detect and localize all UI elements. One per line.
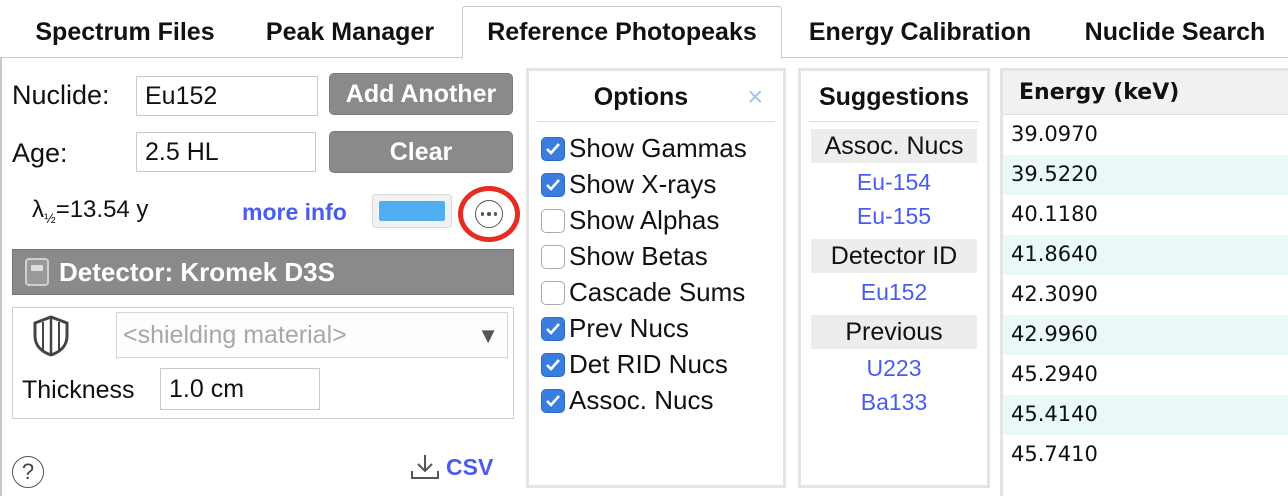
tab-reference-photopeaks[interactable]: Reference Photopeaks	[462, 6, 782, 59]
option-show-betas[interactable]: Show Betas	[541, 241, 708, 272]
age-input[interactable]	[136, 132, 316, 172]
previous-header: Previous	[811, 315, 977, 349]
shielding-material-placeholder: <shielding material>	[123, 321, 347, 349]
tab-peak-manager[interactable]: Peak Manager	[246, 6, 454, 58]
options-title: Options	[593, 83, 689, 111]
options-panel: Options × Show Gammas Show X-rays Show Alp…	[526, 68, 786, 488]
option-label: Prev Nucs	[569, 313, 689, 343]
checkbox[interactable]	[541, 388, 565, 413]
detector-icon	[25, 258, 49, 286]
option-cascade-sums[interactable]: Cascade Sums	[541, 277, 745, 308]
download-icon	[411, 455, 439, 479]
close-icon[interactable]: ×	[747, 81, 763, 113]
clear-button[interactable]: Clear	[329, 131, 513, 173]
nuclide-label: Nuclide:	[12, 80, 110, 110]
suggestion-link[interactable]: Eu-154	[811, 169, 977, 196]
energy-table[interactable]: Energy (keV) 39.0970 39.5220 40.1180 41.864…	[1000, 68, 1288, 496]
suggestion-link[interactable]: Eu-155	[811, 203, 977, 230]
table-row[interactable]: 42.9960	[1003, 315, 1288, 355]
tab-energy-calibration[interactable]: Energy Calibration	[792, 6, 1048, 58]
option-label: Det RID Nucs	[569, 349, 728, 379]
option-det-rid-nucs[interactable]: Det RID Nucs	[541, 349, 728, 380]
add-another-button[interactable]: Add Another	[329, 73, 513, 115]
line-color-swatch	[379, 201, 445, 221]
option-label: Cascade Sums	[569, 277, 746, 307]
table-row[interactable]: 45.2940	[1003, 355, 1288, 395]
half-life-value: =13.54 y	[55, 196, 149, 223]
option-assoc-nucs[interactable]: Assoc. Nucs	[541, 385, 714, 416]
detector-bar[interactable]: Detector: Kromek D3S	[12, 249, 514, 295]
option-label: Show Gammas	[569, 133, 747, 163]
half-subscript: ½	[44, 209, 56, 226]
option-label: Show Alphas	[569, 205, 720, 235]
suggestion-link[interactable]: Ba133	[811, 389, 977, 416]
checkbox[interactable]	[541, 244, 565, 269]
line-color-picker[interactable]	[372, 194, 452, 228]
option-label: Assoc. Nucs	[569, 385, 714, 415]
option-label: Show X-rays	[569, 169, 717, 199]
checkbox[interactable]	[541, 280, 565, 305]
tab-spectrum-files[interactable]: Spectrum Files	[12, 6, 238, 58]
suggestions-divider	[809, 121, 979, 122]
table-row[interactable]: 42.3090	[1003, 275, 1288, 315]
checkbox[interactable]	[541, 352, 565, 377]
shielding-material-select[interactable]: <shielding material> ▼	[116, 312, 508, 358]
option-prev-nucs[interactable]: Prev Nucs	[541, 313, 689, 344]
suggestions-panel: Suggestions Assoc. Nucs Eu-154 Eu-155 De…	[798, 68, 990, 488]
table-row[interactable]: 41.8640	[1003, 235, 1288, 275]
checkbox[interactable]	[541, 172, 565, 197]
energy-column-header[interactable]: Energy (keV)	[1003, 71, 1288, 115]
nuclide-input[interactable]	[136, 76, 318, 116]
thickness-input[interactable]	[160, 368, 320, 410]
lambda-symbol: λ	[32, 196, 44, 223]
option-show-alphas[interactable]: Show Alphas	[541, 205, 719, 236]
csv-label: CSV	[446, 453, 494, 480]
checkbox[interactable]	[541, 208, 565, 233]
table-row[interactable]: 40.1180	[1003, 195, 1288, 235]
option-show-x-rays[interactable]: Show X-rays	[541, 169, 716, 200]
table-row[interactable]: 45.4140	[1003, 395, 1288, 435]
options-divider	[537, 121, 775, 122]
more-info-link[interactable]: more info	[242, 199, 347, 226]
age-label: Age:	[12, 138, 68, 168]
csv-download-button[interactable]: CSV	[408, 452, 493, 482]
assoc-nucs-header: Assoc. Nucs	[811, 129, 977, 163]
more-options-button[interactable]	[458, 186, 520, 242]
option-label: Show Betas	[569, 241, 708, 271]
half-life-text: λ½=13.54 y	[32, 196, 148, 226]
shield-icon	[33, 315, 69, 357]
table-row[interactable]: 45.7410	[1003, 435, 1288, 475]
window-border	[0, 58, 2, 496]
checkbox[interactable]	[541, 316, 565, 341]
ellipsis-icon	[475, 200, 503, 228]
table-row[interactable]: 39.0970	[1003, 115, 1288, 155]
table-row[interactable]: 39.5220	[1003, 155, 1288, 195]
tab-bar: Spectrum Files Peak Manager Reference Ph…	[0, 0, 1288, 59]
detector-id-header: Detector ID	[811, 239, 977, 273]
tab-nuclide-search[interactable]: Nuclide Search	[1062, 6, 1288, 58]
option-show-gammas[interactable]: Show Gammas	[541, 133, 747, 164]
suggestion-link[interactable]: U223	[811, 355, 977, 382]
dropdown-arrow-icon: ▼	[477, 323, 499, 348]
detector-label: Detector: Kromek D3S	[59, 256, 335, 287]
help-icon[interactable]: ?	[12, 456, 44, 488]
thickness-label: Thickness	[22, 376, 135, 404]
suggestions-title: Suggestions	[818, 83, 969, 111]
checkbox[interactable]	[541, 136, 565, 161]
suggestion-link[interactable]: Eu152	[811, 279, 977, 306]
